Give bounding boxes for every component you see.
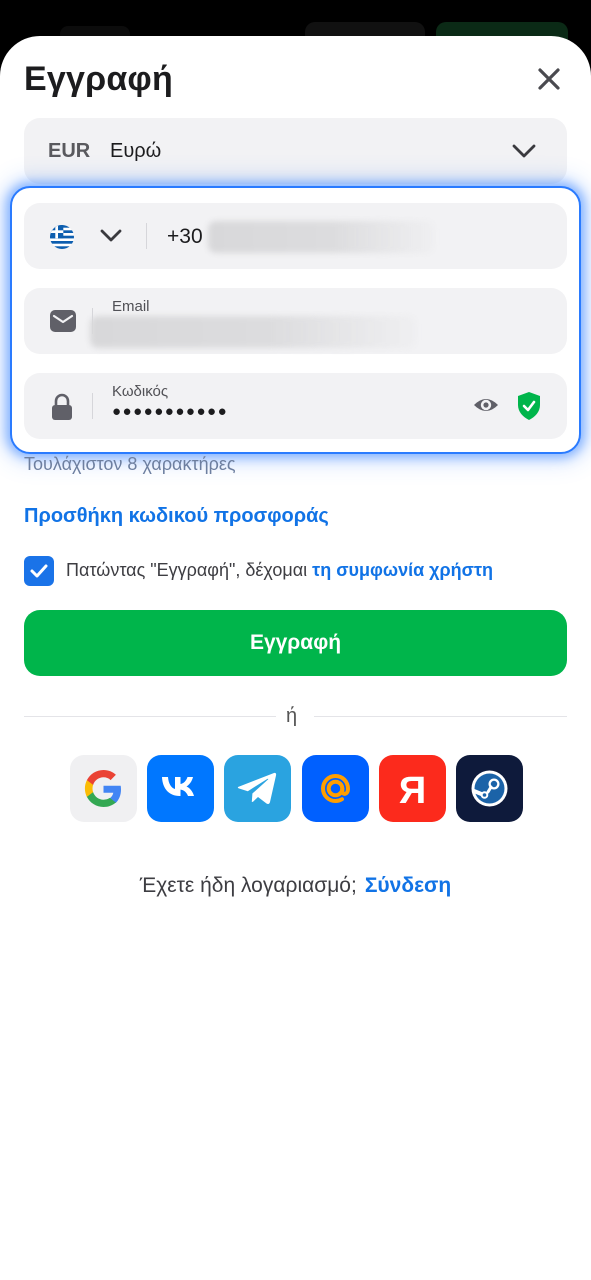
password-field[interactable]: Κωδικός ●●●●●●●●●●● [24,373,567,439]
phone-field[interactable]: +30 [24,203,567,269]
existing-account-question: Έχετε ήδη λογαριασμό; [139,874,357,897]
redacted-email-value [90,316,416,348]
divider-left [24,716,276,717]
google-login-button[interactable] [70,755,137,822]
yandex-icon: Я [399,770,426,812]
chevron-down-icon [511,140,537,167]
password-hint: Τουλάχιστον 8 χαρακτήρες [24,454,236,474]
register-button[interactable]: Εγγραφή [24,610,567,676]
currency-name: Ευρώ [110,140,162,162]
eye-icon[interactable] [472,393,500,422]
mail-at-icon [320,773,351,804]
password-label: Κωδικός [112,383,169,400]
lock-icon [50,393,74,426]
agreement-prefix: Πατώντας "Εγγραφή", δέχομαι [66,560,313,580]
steam-login-button[interactable] [456,755,523,822]
close-icon[interactable] [532,62,566,96]
vk-icon [162,777,194,796]
divider [146,223,147,249]
email-field[interactable]: Email [24,288,567,354]
redacted-phone-number [208,221,434,253]
mail-ru-login-button[interactable] [302,755,369,822]
svg-text:Я: Я [399,770,426,812]
password-masked-value: ●●●●●●●●●●● [112,403,229,420]
greece-flag-icon[interactable] [50,225,74,249]
steam-icon [471,770,508,807]
existing-account-row: Έχετε ήδη λογαριασμό; Σύνδεση [0,874,591,898]
envelope-icon [50,310,76,337]
email-label: Email [112,298,150,315]
shield-check-icon [516,391,542,426]
currency-code: EUR [48,140,91,162]
page-title: Εγγραφή [24,60,173,98]
telegram-icon [237,772,277,804]
yandex-login-button[interactable]: Я [379,755,446,822]
add-promo-code-link[interactable]: Προσθήκη κωδικού προσφοράς [24,505,329,528]
telegram-login-button[interactable] [224,755,291,822]
currency-select[interactable]: EUR Ευρώ [24,118,567,184]
login-link[interactable]: Σύνδεση [365,874,451,897]
phone-prefix: +30 [167,225,203,248]
google-icon [84,770,121,807]
agreement-text: Πατώντας "Εγγραφή", δέχομαι τη συμφωνία … [66,560,493,581]
vk-login-button[interactable] [147,755,214,822]
user-agreement-link[interactable]: τη συμφωνία χρήστη [312,560,493,580]
country-chevron-down-icon[interactable] [99,225,123,252]
divider [92,393,93,419]
divider-right [314,716,567,717]
or-separator: ή [286,705,298,727]
agreement-checkbox[interactable] [24,556,54,586]
